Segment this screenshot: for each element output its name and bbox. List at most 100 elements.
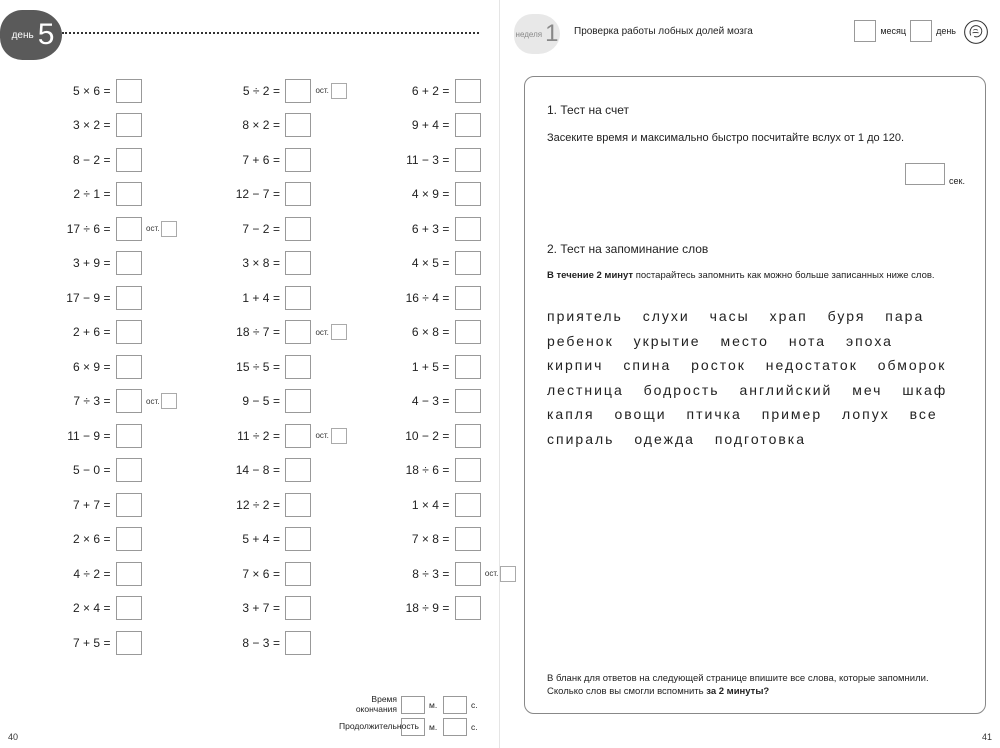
answer-box[interactable] bbox=[116, 286, 142, 310]
answer-box[interactable] bbox=[116, 355, 142, 379]
answer-box[interactable] bbox=[455, 562, 481, 586]
problem-row: 18 ÷ 9= bbox=[369, 596, 516, 621]
equals-sign: = bbox=[269, 532, 283, 546]
answer-box[interactable] bbox=[116, 562, 142, 586]
answer-box[interactable] bbox=[285, 182, 311, 206]
answer-box[interactable] bbox=[455, 527, 481, 551]
end-time-row: Время окончания м. с. bbox=[339, 695, 481, 714]
duration-min-box[interactable] bbox=[401, 718, 425, 736]
problem-row: 18 ÷ 7=ост. bbox=[199, 320, 346, 345]
answer-box[interactable] bbox=[285, 79, 311, 103]
duration-row: Продолжительность м. с. bbox=[339, 718, 481, 736]
equals-sign: = bbox=[269, 429, 283, 443]
problem-row: 6 + 3= bbox=[369, 216, 516, 241]
problem-row: 5 + 4= bbox=[199, 527, 346, 552]
end-time-min-box[interactable] bbox=[401, 696, 425, 714]
answer-box[interactable] bbox=[455, 389, 481, 413]
answer-box[interactable] bbox=[116, 217, 142, 241]
answer-box[interactable] bbox=[455, 320, 481, 344]
answer-box[interactable] bbox=[116, 389, 142, 413]
answer-box[interactable] bbox=[285, 355, 311, 379]
answer-box[interactable] bbox=[116, 113, 142, 137]
problem-expression: 2 × 6 bbox=[30, 532, 100, 546]
answer-box[interactable] bbox=[285, 113, 311, 137]
problem-expression: 2 ÷ 1 bbox=[30, 187, 100, 201]
header-dotted-line bbox=[62, 32, 479, 34]
answer-box[interactable] bbox=[455, 355, 481, 379]
remainder-box[interactable] bbox=[331, 324, 347, 340]
answer-box[interactable] bbox=[285, 562, 311, 586]
problem-expression: 8 ÷ 3 bbox=[369, 567, 439, 581]
answer-box[interactable] bbox=[116, 458, 142, 482]
answer-box[interactable] bbox=[116, 251, 142, 275]
answer-box[interactable] bbox=[116, 527, 142, 551]
answer-box[interactable] bbox=[285, 493, 311, 517]
answer-box[interactable] bbox=[285, 631, 311, 655]
answer-box[interactable] bbox=[285, 217, 311, 241]
problems-grid: 5 × 6=3 × 2=8 − 2=2 ÷ 1=17 ÷ 6=ост.3 + 9… bbox=[30, 78, 487, 718]
answer-box[interactable] bbox=[455, 458, 481, 482]
month-box[interactable] bbox=[854, 20, 876, 42]
problem-row: 9 − 5= bbox=[199, 389, 346, 414]
answer-box[interactable] bbox=[116, 148, 142, 172]
answer-box[interactable] bbox=[285, 320, 311, 344]
answer-box[interactable] bbox=[116, 631, 142, 655]
problem-row: 9 + 4= bbox=[369, 113, 516, 138]
answer-box[interactable] bbox=[116, 182, 142, 206]
brain-icon bbox=[962, 18, 990, 46]
page-number-left: 40 bbox=[8, 732, 18, 742]
answer-box[interactable] bbox=[285, 389, 311, 413]
remainder-box[interactable] bbox=[161, 393, 177, 409]
answer-box[interactable] bbox=[455, 217, 481, 241]
answer-box[interactable] bbox=[285, 286, 311, 310]
problem-row: 7 − 2= bbox=[199, 216, 346, 241]
answer-box[interactable] bbox=[455, 182, 481, 206]
remainder-box[interactable] bbox=[331, 428, 347, 444]
problem-row: 18 ÷ 6= bbox=[369, 458, 516, 483]
answer-box[interactable] bbox=[455, 79, 481, 103]
problem-expression: 9 + 4 bbox=[369, 118, 439, 132]
answer-box[interactable] bbox=[116, 493, 142, 517]
answer-box[interactable] bbox=[116, 424, 142, 448]
answer-box[interactable] bbox=[455, 493, 481, 517]
answer-box[interactable] bbox=[116, 320, 142, 344]
answer-box[interactable] bbox=[455, 251, 481, 275]
answer-box[interactable] bbox=[285, 251, 311, 275]
answer-box[interactable] bbox=[116, 79, 142, 103]
week-badge: неделя 1 bbox=[514, 14, 560, 54]
day-bulb: день 5 bbox=[0, 10, 62, 60]
remainder-box[interactable] bbox=[161, 221, 177, 237]
problem-row: 4 × 5= bbox=[369, 251, 516, 276]
answer-box[interactable] bbox=[455, 596, 481, 620]
remainder-label: ост. bbox=[315, 328, 328, 337]
seconds-box[interactable] bbox=[905, 163, 945, 185]
equals-sign: = bbox=[439, 222, 453, 236]
end-time-sec-box[interactable] bbox=[443, 696, 467, 714]
problem-row: 5 − 0= bbox=[30, 458, 177, 483]
month-label: месяц bbox=[880, 26, 906, 36]
answer-box[interactable] bbox=[455, 113, 481, 137]
answer-box[interactable] bbox=[455, 424, 481, 448]
section-1-body: Засеките время и максимально быстро посч… bbox=[547, 131, 965, 147]
problem-expression: 4 × 9 bbox=[369, 187, 439, 201]
equals-sign: = bbox=[100, 222, 114, 236]
answer-box[interactable] bbox=[455, 148, 481, 172]
problem-expression: 17 − 9 bbox=[30, 291, 100, 305]
problem-row: 8 ÷ 3=ост. bbox=[369, 561, 516, 586]
duration-sec-box[interactable] bbox=[443, 718, 467, 736]
remainder-box[interactable] bbox=[331, 83, 347, 99]
answer-box[interactable] bbox=[285, 527, 311, 551]
section-2-sub-rest: постарайтесь запомнить как можно больше … bbox=[633, 270, 934, 281]
remainder-label: ост. bbox=[146, 224, 159, 233]
answer-box[interactable] bbox=[285, 596, 311, 620]
answer-box[interactable] bbox=[285, 424, 311, 448]
day-box[interactable] bbox=[910, 20, 932, 42]
equals-sign: = bbox=[100, 567, 114, 581]
unit-sec: с. bbox=[471, 722, 481, 732]
answer-box[interactable] bbox=[455, 286, 481, 310]
answer-box[interactable] bbox=[285, 458, 311, 482]
problem-row: 6 × 8= bbox=[369, 320, 516, 345]
problem-expression: 6 + 3 bbox=[369, 222, 439, 236]
answer-box[interactable] bbox=[285, 148, 311, 172]
answer-box[interactable] bbox=[116, 596, 142, 620]
